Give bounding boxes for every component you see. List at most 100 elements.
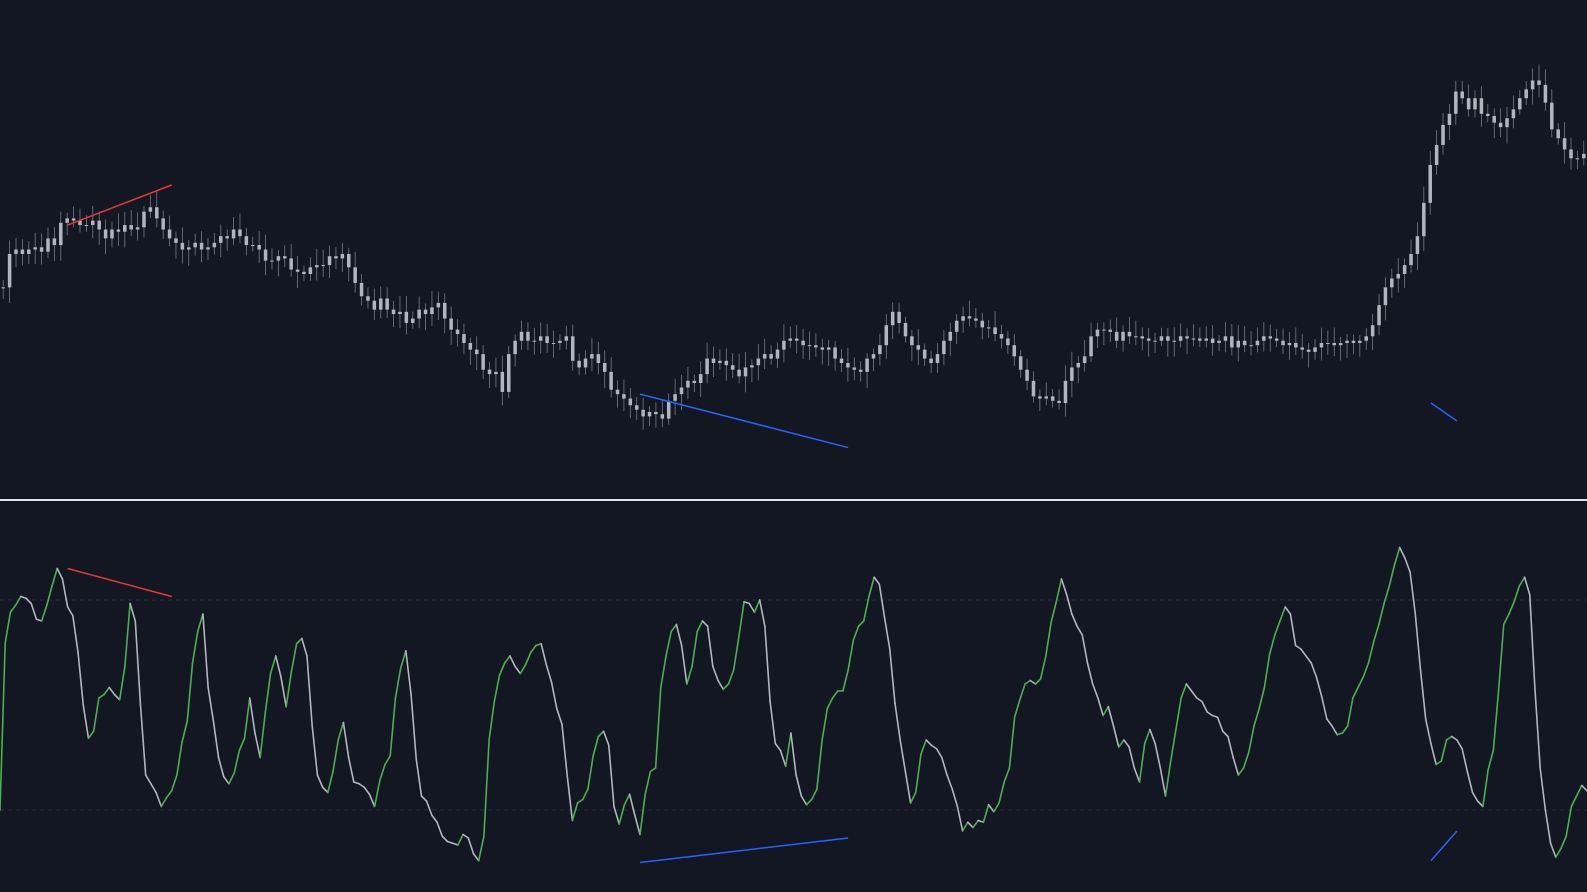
oscillator-panel[interactable] xyxy=(0,546,1587,864)
oscillator-segment xyxy=(1294,644,1302,650)
candle-body xyxy=(743,367,748,377)
candle-body xyxy=(187,247,191,250)
oscillator-segment xyxy=(493,674,501,703)
price-panel[interactable] xyxy=(1,25,1587,449)
oscillator-segment xyxy=(738,600,745,638)
candle-body xyxy=(929,358,933,363)
oscillator-segment xyxy=(581,788,589,801)
oscillator-segment xyxy=(602,730,610,747)
oscillator-segment xyxy=(1378,602,1385,626)
candle-body xyxy=(436,302,441,308)
oscillator-segment xyxy=(545,663,553,684)
oscillator-segment xyxy=(368,793,376,808)
oscillator-segment xyxy=(347,756,355,783)
candle-body xyxy=(1524,89,1528,99)
oscillator-segment xyxy=(1279,606,1287,622)
oscillator-segment xyxy=(1289,613,1297,647)
oscillator-segment xyxy=(82,704,90,740)
candle-body xyxy=(1294,342,1298,348)
candle-body xyxy=(1223,336,1228,341)
candle-body xyxy=(1134,336,1138,338)
oscillator-segment xyxy=(389,697,397,757)
oscillator-segment xyxy=(483,739,490,838)
candle-body xyxy=(1236,340,1241,348)
candle-body xyxy=(1460,91,1464,99)
oscillator-segment xyxy=(61,578,69,608)
bullish-divergence-oscillator-line xyxy=(1430,830,1458,862)
oscillator-segment xyxy=(717,679,725,691)
bullish-divergence-price-line xyxy=(639,393,849,449)
candle-body xyxy=(1044,396,1049,399)
candle-body xyxy=(1057,400,1061,404)
oscillator-segment xyxy=(134,620,142,706)
oscillator-segment xyxy=(743,600,751,605)
oscillator-segment xyxy=(321,786,329,794)
candle-body xyxy=(52,238,57,246)
oscillator-segment xyxy=(909,791,917,804)
candle-body xyxy=(654,411,658,415)
oscillator-segment xyxy=(144,774,152,785)
oscillator-segment xyxy=(1268,634,1276,656)
candle-body xyxy=(103,229,108,239)
candle-body xyxy=(1230,336,1234,348)
candle-body xyxy=(1082,356,1087,363)
candle-body xyxy=(1242,340,1247,346)
candle-body xyxy=(686,380,690,388)
candle-body xyxy=(263,249,268,261)
oscillator-segment xyxy=(300,637,308,657)
candle-body xyxy=(283,256,287,259)
oscillator-segment xyxy=(92,697,100,733)
candle-body xyxy=(1217,340,1221,343)
oscillator-segment xyxy=(259,711,267,759)
candle-body xyxy=(14,249,18,254)
oscillator-segment xyxy=(1143,728,1151,745)
oscillator-segment xyxy=(940,756,948,776)
candle-body xyxy=(1338,342,1343,346)
candle-body xyxy=(1268,336,1272,339)
oscillator-segment xyxy=(1169,728,1177,762)
oscillator-segment xyxy=(1554,847,1562,859)
candle-body xyxy=(84,225,89,227)
candle-body xyxy=(897,311,901,323)
oscillator-segment xyxy=(384,754,392,766)
oscillator-segment xyxy=(150,782,157,794)
oscillator-segment xyxy=(878,583,886,619)
oscillator-segment xyxy=(1326,718,1333,727)
oscillator-segment xyxy=(654,686,662,769)
oscillator-segment xyxy=(1029,679,1037,685)
candle-body xyxy=(1313,347,1317,352)
candle-body xyxy=(1396,274,1400,279)
oscillator-segment xyxy=(1232,756,1240,776)
oscillator-segment xyxy=(1560,835,1567,850)
candle-body xyxy=(1377,305,1381,326)
candle-body xyxy=(1473,98,1477,110)
oscillator-segment xyxy=(56,567,64,580)
candle-body xyxy=(334,256,338,259)
candle-body xyxy=(558,340,562,343)
candle-body xyxy=(1127,331,1132,337)
candle-body xyxy=(1095,329,1100,337)
oscillator-segment xyxy=(186,662,194,722)
candle-body xyxy=(1447,113,1452,125)
oscillator-segment xyxy=(337,721,345,741)
candle-body xyxy=(39,247,44,252)
oscillator-segment xyxy=(285,670,293,708)
oscillator-segment xyxy=(561,723,568,776)
candle-body xyxy=(634,405,639,410)
oscillator-segment xyxy=(1086,662,1094,685)
candle-body xyxy=(123,225,127,232)
candle-body xyxy=(1006,338,1010,346)
oscillator-segment xyxy=(1362,662,1370,678)
oscillator-segment xyxy=(394,667,402,699)
oscillator-segment xyxy=(764,625,771,703)
oscillator-segment xyxy=(1580,784,1587,792)
candle-body xyxy=(730,365,735,370)
oscillator-segment xyxy=(951,788,959,808)
oscillator-segment xyxy=(87,730,95,740)
oscillator-segment xyxy=(597,730,605,738)
oscillator-segment xyxy=(1544,809,1552,845)
oscillator-segment xyxy=(784,732,792,768)
candle-body xyxy=(1249,345,1253,347)
oscillator-segment xyxy=(847,639,855,671)
candle-body xyxy=(1370,325,1375,337)
